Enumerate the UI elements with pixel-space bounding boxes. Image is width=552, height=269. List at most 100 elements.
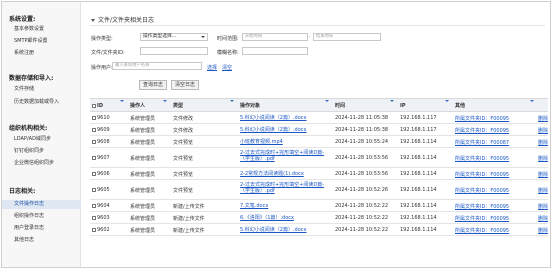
row-target[interactable]: 5.科幻小说阅读（2篇）.docx — [240, 115, 328, 121]
sort-marker-icon — [530, 100, 534, 102]
row-type: 新建/上传文件 — [173, 228, 205, 234]
table-row: 9607 系统管理员 文件预览 2-过去式完成时+完形填空+阅读D篇-（学生版）.pd… — [90, 148, 548, 168]
time-start-input[interactable]: 开始时间 — [242, 33, 308, 41]
row-other[interactable]: 所属文件夹ID：F00095 — [455, 171, 509, 178]
collapse-triangle-icon[interactable] — [91, 19, 95, 22]
row-id-text: 9603 — [97, 215, 110, 221]
fuzzy-name-input[interactable] — [242, 47, 308, 55]
op-user-label: 操作用户: — [91, 65, 113, 71]
sidebar-item-other-log[interactable]: 其他日志 — [2, 236, 81, 245]
row-checkbox[interactable] — [92, 115, 96, 120]
row-checkbox[interactable] — [92, 139, 96, 144]
row-time: 2024-11-28 10:53:56 — [335, 171, 389, 177]
sidebar-item-basic-params[interactable]: 基本参数设置 — [2, 25, 81, 34]
delete-link[interactable]: 删除 — [538, 155, 548, 162]
sidebar-item-file-storage[interactable]: 文件存储 — [2, 85, 81, 94]
chevron-down-icon — [201, 36, 205, 38]
sidebar-item-wecom-sync[interactable]: 企业微信组织同步 — [2, 159, 81, 168]
delete-link[interactable]: 删除 — [538, 203, 548, 210]
row-user: 系统管理员 — [130, 172, 156, 178]
row-other[interactable]: 所属文件夹ID：F00095 — [455, 115, 509, 122]
table-row: 9606 系统管理员 文件预览 2-2常规方法阅读题(1).docx 2024-11-2… — [90, 168, 548, 180]
row-checkbox[interactable] — [92, 203, 96, 208]
sidebar-item-dingtalk-sync[interactable]: 钉钉组织同步 — [2, 147, 81, 156]
row-id: 9610 — [92, 115, 110, 121]
row-time: 2024-11-28 10:52:26 — [335, 187, 389, 193]
row-id-text: 9604 — [97, 203, 110, 209]
delete-link[interactable]: 删除 — [538, 227, 548, 234]
row-id-text: 9605 — [97, 187, 110, 193]
sidebar-item-login-log[interactable]: 用户登录日志 — [2, 224, 81, 233]
delete-link[interactable]: 删除 — [538, 115, 548, 122]
sort-marker-icon — [230, 100, 234, 102]
select-user-link[interactable]: 选择 — [207, 64, 217, 71]
delete-link[interactable]: 删除 — [538, 171, 548, 178]
row-target[interactable]: 小班教育视频.mp4 — [240, 139, 328, 145]
delete-link[interactable]: 删除 — [538, 139, 548, 146]
row-ip: 192.168.1.114 — [400, 187, 437, 193]
op-user-input[interactable]: 输入查询用户名称 — [112, 62, 202, 70]
row-checkbox[interactable] — [92, 127, 96, 132]
row-checkbox[interactable] — [92, 227, 96, 232]
row-id: 9608 — [92, 139, 110, 145]
fuzzy-name-label: 模糊名称: — [217, 50, 239, 56]
row-target[interactable]: 2-过去式完成时+完形填空+阅读D篇-（学生版）.pdf — [240, 150, 328, 162]
row-target[interactable]: 5.科幻小说阅读（2篇）.docx — [240, 227, 328, 233]
delete-link[interactable]: 删除 — [538, 215, 548, 222]
header-time[interactable]: 时间 — [335, 99, 345, 113]
row-ip: 192.168.1.114 — [400, 227, 437, 233]
row-ip: 192.168.1.117 — [400, 115, 437, 121]
row-id: 9607 — [92, 155, 110, 161]
sort-marker-icon — [163, 100, 167, 102]
row-target[interactable]: 5.科幻小说阅读（2篇）.docx — [240, 127, 328, 133]
row-checkbox[interactable] — [92, 155, 96, 160]
row-other[interactable]: 所属文件夹ID：F00087 — [455, 139, 509, 146]
clear-user-link[interactable]: 清空 — [222, 64, 232, 71]
row-user: 系统管理员 — [130, 204, 156, 210]
file-id-input[interactable] — [140, 47, 208, 55]
row-time: 2024-11-28 10:55:24 — [335, 139, 389, 145]
page-title: 文件/文件夹相关日志 — [91, 15, 154, 24]
select-all-checkbox[interactable] — [92, 103, 96, 108]
row-other[interactable]: 所属文件夹ID：F00095 — [455, 187, 509, 194]
row-target[interactable]: 2-过去式完成时+完形填空+阅读D篇-（学生版）.pdf — [240, 182, 328, 194]
sidebar-item-file-log[interactable]: 文件操作日志 — [2, 200, 81, 209]
row-other[interactable]: 所属文件夹ID：F00095 — [455, 215, 509, 222]
delete-link[interactable]: 删除 — [538, 187, 548, 194]
row-other[interactable]: 所属文件夹ID：F00095 — [455, 227, 509, 234]
header-ip[interactable]: IP — [400, 99, 406, 113]
row-checkbox[interactable] — [92, 215, 96, 220]
row-id-text: 9607 — [97, 155, 110, 161]
row-user: 系统管理员 — [130, 128, 156, 134]
row-type: 文件预览 — [173, 172, 194, 178]
row-other[interactable]: 所属文件夹ID：F00095 — [455, 155, 509, 162]
sort-marker-icon — [325, 100, 329, 102]
header-type[interactable]: 类型 — [173, 99, 183, 113]
row-target[interactable]: 6.《洛阳》（1篇）.docx — [240, 215, 328, 221]
header-user[interactable]: 操作人 — [130, 99, 145, 113]
header-target[interactable]: 操作对象 — [240, 99, 260, 113]
row-target[interactable]: 7.文笔.docx — [240, 203, 328, 209]
row-checkbox[interactable] — [92, 187, 96, 192]
clear-log-button[interactable]: 清空日志 — [171, 80, 199, 90]
sidebar-item-registration[interactable]: 系统注册 — [2, 49, 81, 58]
sidebar-item-history-import[interactable]: 历史数据加载或导入 — [2, 98, 81, 107]
row-other[interactable]: 所属文件夹ID：F00095 — [455, 203, 509, 210]
search-log-button[interactable]: 查询日志 — [139, 80, 167, 90]
op-type-select[interactable]: 操作类型选择... — [140, 33, 208, 41]
page-title-text: 文件/文件夹相关日志 — [98, 17, 155, 24]
sidebar-item-ldap-sync[interactable]: LDAP/AD域同步 — [2, 135, 81, 144]
row-id-text: 9608 — [97, 139, 110, 145]
row-target[interactable]: 2-2常规方法阅读题(1).docx — [240, 171, 328, 177]
sidebar-item-org-log[interactable]: 组织操作日志 — [2, 212, 81, 221]
time-end-input[interactable]: 结束时间 — [313, 33, 381, 41]
header-other[interactable]: 其他 — [455, 99, 465, 113]
delete-link[interactable]: 删除 — [538, 127, 548, 134]
row-type: 新建/上传文件 — [173, 216, 205, 222]
row-other[interactable]: 所属文件夹ID：F00095 — [455, 127, 509, 134]
row-checkbox[interactable] — [92, 171, 96, 176]
sort-marker-icon — [445, 100, 449, 102]
row-id: 9603 — [92, 215, 110, 221]
sidebar-item-smtp[interactable]: SMTP邮件设置 — [2, 37, 81, 46]
sidebar-section-storage: 数据存储和导入: — [9, 75, 54, 82]
